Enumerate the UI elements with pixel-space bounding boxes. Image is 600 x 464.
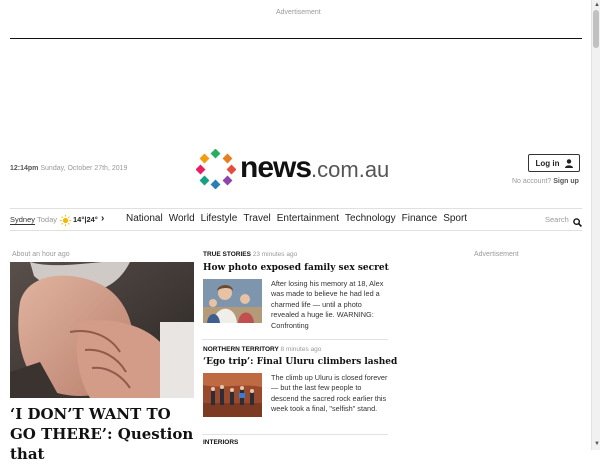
story-divider [202, 339, 388, 340]
nav-item-sport[interactable]: Sport [443, 213, 467, 224]
search-label[interactable]: Search [545, 215, 569, 224]
nav-item-travel[interactable]: Travel [243, 213, 270, 224]
main-story-headline[interactable]: ‘I DON’T WANT TO GO THERE’: Question tha… [10, 404, 200, 464]
story-2-title[interactable]: ‘Ego trip’: Final Uluru climbers lashed [203, 357, 397, 367]
site-logo[interactable]: news.com.au [196, 149, 389, 189]
chevron-right-icon[interactable]: › [101, 213, 104, 224]
header-time: 12:14pm [10, 165, 39, 172]
story-divider [202, 434, 388, 435]
logo-dots-icon [196, 149, 236, 189]
page-scrollbar[interactable]: ▲ ▼ [591, 0, 600, 450]
weather-location[interactable]: Sydney [10, 215, 36, 225]
main-story-timestamp: About an hour ago [12, 251, 70, 258]
main-story-image[interactable] [10, 262, 194, 398]
weather-today-label: Today [37, 215, 58, 224]
nav-top-divider [10, 208, 582, 209]
header-datetime: 12:14pm Sunday, October 27th, 2019 [10, 165, 127, 172]
nav-item-national[interactable]: National [126, 213, 163, 224]
nav-item-entertainment[interactable]: Entertainment [277, 213, 339, 224]
no-account-text: No account? Sign up [512, 178, 579, 185]
nav-item-finance[interactable]: Finance [402, 213, 438, 224]
login-label: Log in [535, 158, 560, 168]
story-3-kicker: INTERIORS [203, 439, 239, 446]
story-1-title[interactable]: How photo exposed family sex secret [203, 263, 389, 273]
top-divider [10, 38, 582, 39]
header-date: Sunday, October 27th, 2019 [40, 165, 128, 172]
signup-link[interactable]: Sign up [553, 178, 579, 185]
story-1-image[interactable] [203, 279, 262, 323]
side-ad-label: Advertisement [474, 251, 519, 258]
nav-item-lifestyle[interactable]: Lifestyle [201, 213, 238, 224]
login-button[interactable]: Log in [528, 154, 580, 172]
story-2-blurb: The climb up Uluru is closed forever — b… [271, 373, 388, 414]
weather-temp: 14°|24° [73, 215, 98, 224]
nav-item-world[interactable]: World [169, 213, 195, 224]
user-icon [564, 158, 573, 168]
sun-icon [60, 213, 71, 231]
story-1-blurb: After losing his memory at 18, Alex was … [271, 279, 384, 330]
nav-bottom-divider [10, 230, 582, 231]
story-2-kicker: NORTHERN TERRITORY 8 minutes ago [203, 346, 322, 353]
logo-wordmark: news.com.au [240, 151, 390, 184]
main-nav: National World Lifestyle Travel Entertai… [126, 213, 473, 224]
scroll-down-icon[interactable]: ▼ [594, 441, 600, 447]
story-2-image[interactable] [203, 373, 262, 417]
scroll-up-icon[interactable]: ▲ [594, 2, 600, 8]
scrollbar-thumb[interactable] [593, 10, 599, 48]
story-1-kicker: TRUE STORIES 23 minutes ago [203, 251, 298, 258]
nav-item-technology[interactable]: Technology [345, 213, 396, 224]
top-ad-label: Advertisement [276, 9, 321, 16]
